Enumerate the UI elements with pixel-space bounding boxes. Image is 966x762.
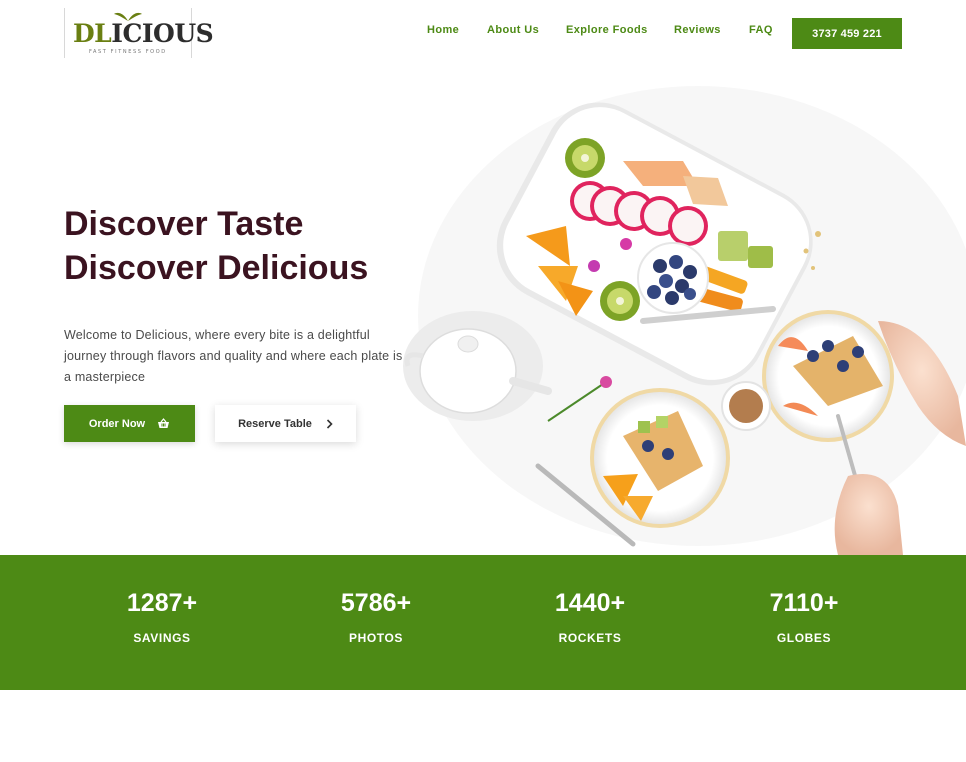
order-now-label: Order Now xyxy=(88,417,146,430)
crepe-plate-bottom xyxy=(590,388,730,528)
stat-label: ROCKETS xyxy=(558,631,622,645)
stat-value: 7110+ xyxy=(769,589,839,617)
stat-value: 1287+ xyxy=(126,589,198,617)
reserve-table-label: Reserve Table xyxy=(238,417,312,430)
hero-food-image xyxy=(403,86,966,555)
nav-explore-foods[interactable]: Explore Foods xyxy=(566,24,648,36)
reserve-table-button[interactable]: Reserve Table xyxy=(215,405,356,442)
stat-value: 5786+ xyxy=(340,589,412,617)
logo-rest: ICIOUS xyxy=(111,19,214,48)
hero-title: Discover Taste Discover Delicious xyxy=(64,202,368,290)
stat-globes: 7110+ GLOBES xyxy=(714,587,894,645)
stat-label: PHOTOS xyxy=(348,631,404,645)
stats-band: 1287+ SAVINGS 5786+ PHOTOS 1440+ ROCKETS… xyxy=(0,555,966,690)
hero-title-line-2: Discover Delicious xyxy=(64,249,369,287)
chevron-right-icon xyxy=(326,418,333,429)
nav-reviews[interactable]: Reviews xyxy=(674,24,721,36)
stat-savings: 1287+ SAVINGS xyxy=(72,587,252,645)
nav-faq[interactable]: FAQ xyxy=(749,24,773,36)
stat-value: 1440+ xyxy=(554,589,626,617)
stat-label: GLOBES xyxy=(776,631,832,645)
logo-dl: DL xyxy=(73,19,112,48)
coffee-cup xyxy=(721,381,771,431)
basket-icon xyxy=(158,418,170,428)
hand-bottom xyxy=(834,474,903,555)
stat-photos: 5786+ PHOTOS xyxy=(286,587,466,645)
order-now-button[interactable]: Order Now xyxy=(64,405,195,442)
stat-rockets: 1440+ ROCKETS xyxy=(500,587,680,645)
crepe-plate-right xyxy=(762,310,894,442)
blueberry-bowl xyxy=(637,242,709,314)
site-header: DLICIOUS FAST FITNESS FOOD Home About Us… xyxy=(0,0,966,66)
logo-wordmark: DLICIOUS xyxy=(73,19,214,48)
brand-logo[interactable]: DLICIOUS FAST FITNESS FOOD xyxy=(64,8,214,58)
nav-about-us[interactable]: About Us xyxy=(487,24,539,36)
stat-label: SAVINGS xyxy=(133,631,191,645)
hero-description: Welcome to Delicious, where every bite i… xyxy=(64,328,403,384)
nav-home[interactable]: Home xyxy=(427,24,459,36)
phone-button[interactable]: 3737 459 221 xyxy=(792,18,902,49)
hero-title-line-1: Discover Taste xyxy=(64,205,304,243)
logo-tagline: FAST FITNESS FOOD xyxy=(89,49,167,55)
